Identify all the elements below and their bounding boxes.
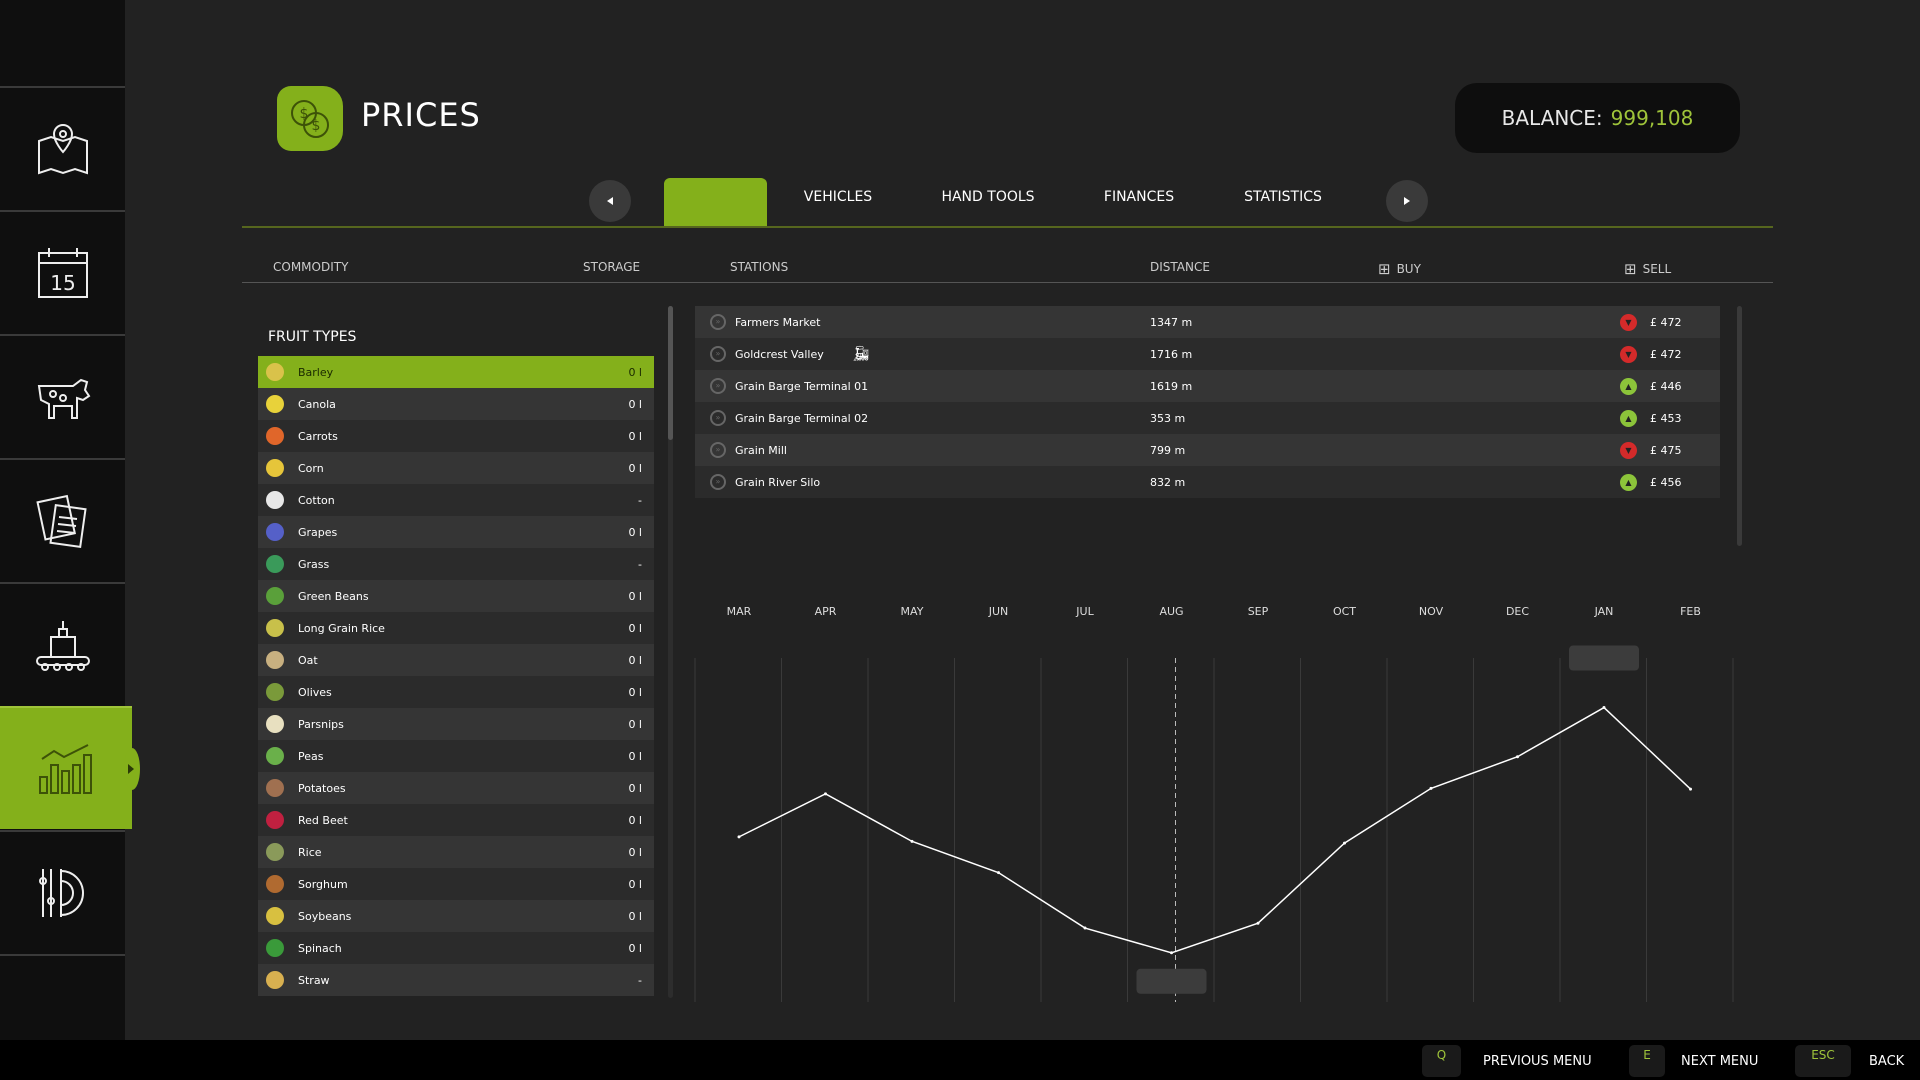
- price-point[interactable]: [1602, 706, 1606, 710]
- month-tick-label: JUL: [1075, 605, 1094, 618]
- month-tick-label: OCT: [1333, 605, 1356, 618]
- month-tick-label: SEP: [1248, 605, 1269, 618]
- high-price-tooltip: [1569, 645, 1639, 671]
- back-label[interactable]: BACK: [1869, 1054, 1904, 1069]
- price-point[interactable]: [1256, 921, 1260, 925]
- month-tick-label: APR: [815, 605, 837, 618]
- price-point[interactable]: [997, 871, 1000, 875]
- key-esc-button[interactable]: ESC: [1795, 1045, 1851, 1077]
- price-point[interactable]: [1429, 786, 1433, 790]
- previous-menu-label[interactable]: PREVIOUS MENU: [1483, 1054, 1592, 1069]
- price-line: [738, 706, 1692, 954]
- price-point[interactable]: [1516, 755, 1519, 759]
- price-history-chart: MAR APR MAY JUN JUL AUG SEP OCT NOV DEC JAN FEB: [694, 605, 1734, 1002]
- price-point[interactable]: [1343, 841, 1346, 845]
- month-tick-label: FEB: [1680, 605, 1701, 618]
- key-e-button[interactable]: E: [1629, 1045, 1665, 1077]
- month-tick-label: AUG: [1159, 605, 1183, 618]
- price-point[interactable]: [910, 839, 914, 843]
- month-tick-label: JUN: [988, 605, 1009, 618]
- next-menu-label[interactable]: NEXT MENU: [1681, 1054, 1758, 1069]
- month-tick-label: MAY: [901, 605, 924, 618]
- prices-chart-icon: [39, 743, 92, 794]
- active-indicator-icon: [128, 764, 134, 774]
- month-tick-label: NOV: [1419, 605, 1444, 618]
- month-tick-label: JAN: [1594, 605, 1614, 618]
- low-price-tooltip: [1136, 968, 1207, 994]
- price-point[interactable]: [824, 792, 827, 796]
- price-point[interactable]: [1083, 926, 1087, 930]
- price-point[interactable]: [1170, 951, 1173, 955]
- key-q-button[interactable]: Q: [1422, 1045, 1461, 1077]
- price-point[interactable]: [737, 835, 741, 839]
- month-tick-label: DEC: [1506, 605, 1529, 618]
- month-tick-label: MAR: [727, 605, 752, 618]
- price-point[interactable]: [1689, 787, 1692, 791]
